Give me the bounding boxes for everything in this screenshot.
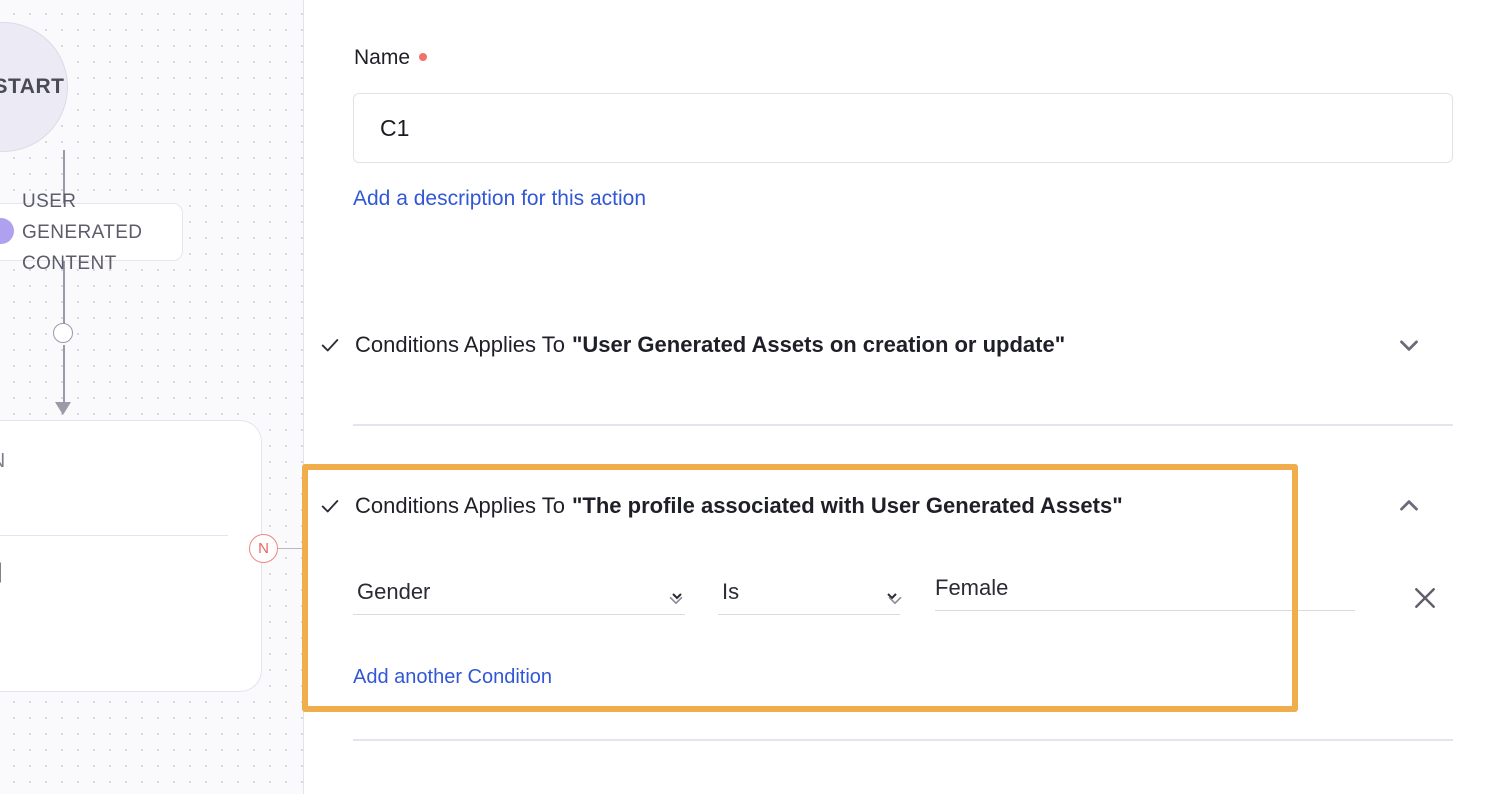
branch-no-badge[interactable]: N	[249, 534, 278, 563]
required-dot-icon	[419, 53, 428, 62]
conditions-section-2-header[interactable]: Conditions Applies To "The profile assoc…	[319, 493, 1123, 519]
name-input[interactable]	[353, 93, 1453, 163]
condition-node-divider	[0, 535, 228, 536]
section-2-prefix: Conditions Applies To	[355, 493, 565, 518]
remove-condition-button[interactable]	[1407, 580, 1443, 616]
check-icon	[321, 339, 339, 352]
start-node-label: START	[0, 75, 65, 98]
section-divider	[353, 739, 1453, 741]
connector-dot[interactable]	[53, 323, 73, 343]
condition-operator-select[interactable]: Is	[718, 578, 900, 615]
user-generated-content-node-label: USER GENERATED CONTENT	[22, 191, 143, 274]
name-field-label: Name	[354, 46, 428, 70]
add-another-condition-link[interactable]: Add another Condition	[353, 666, 552, 689]
condition-value-input[interactable]	[935, 575, 1355, 611]
condition-field-select[interactable]: Gender	[353, 578, 685, 615]
connector-line	[63, 345, 65, 410]
action-settings-panel: Name Add a description for this action C…	[302, 0, 1506, 794]
name-label-text: Name	[354, 46, 411, 69]
condition-node-title: ...DITION	[0, 450, 6, 473]
condition-node-line-1: [Suggested]	[0, 560, 2, 584]
chevron-up-icon[interactable]	[1389, 486, 1429, 526]
branch-connector-line	[278, 548, 303, 550]
conditions-section-1-header[interactable]: Conditions Applies To "User Generated As…	[319, 332, 1065, 358]
chevron-down-icon[interactable]	[1389, 325, 1429, 365]
section-1-target: "User Generated Assets on creation or up…	[571, 332, 1066, 357]
check-icon	[321, 500, 339, 513]
connector-arrow-icon	[55, 402, 71, 415]
add-description-link[interactable]: Add a description for this action	[353, 187, 646, 211]
chevron-down-icon[interactable]	[884, 589, 906, 611]
section-2-target: "The profile associated with User Genera…	[571, 493, 1123, 518]
workflow-canvas[interactable]: START USER GENERATED CONTENT ...DITION […	[0, 0, 304, 794]
condition-node-card[interactable]	[0, 420, 262, 692]
start-node[interactable]: START	[0, 22, 68, 152]
section-1-prefix: Conditions Applies To	[355, 332, 565, 357]
chevron-down-icon[interactable]	[665, 589, 687, 611]
section-divider	[353, 424, 1453, 426]
